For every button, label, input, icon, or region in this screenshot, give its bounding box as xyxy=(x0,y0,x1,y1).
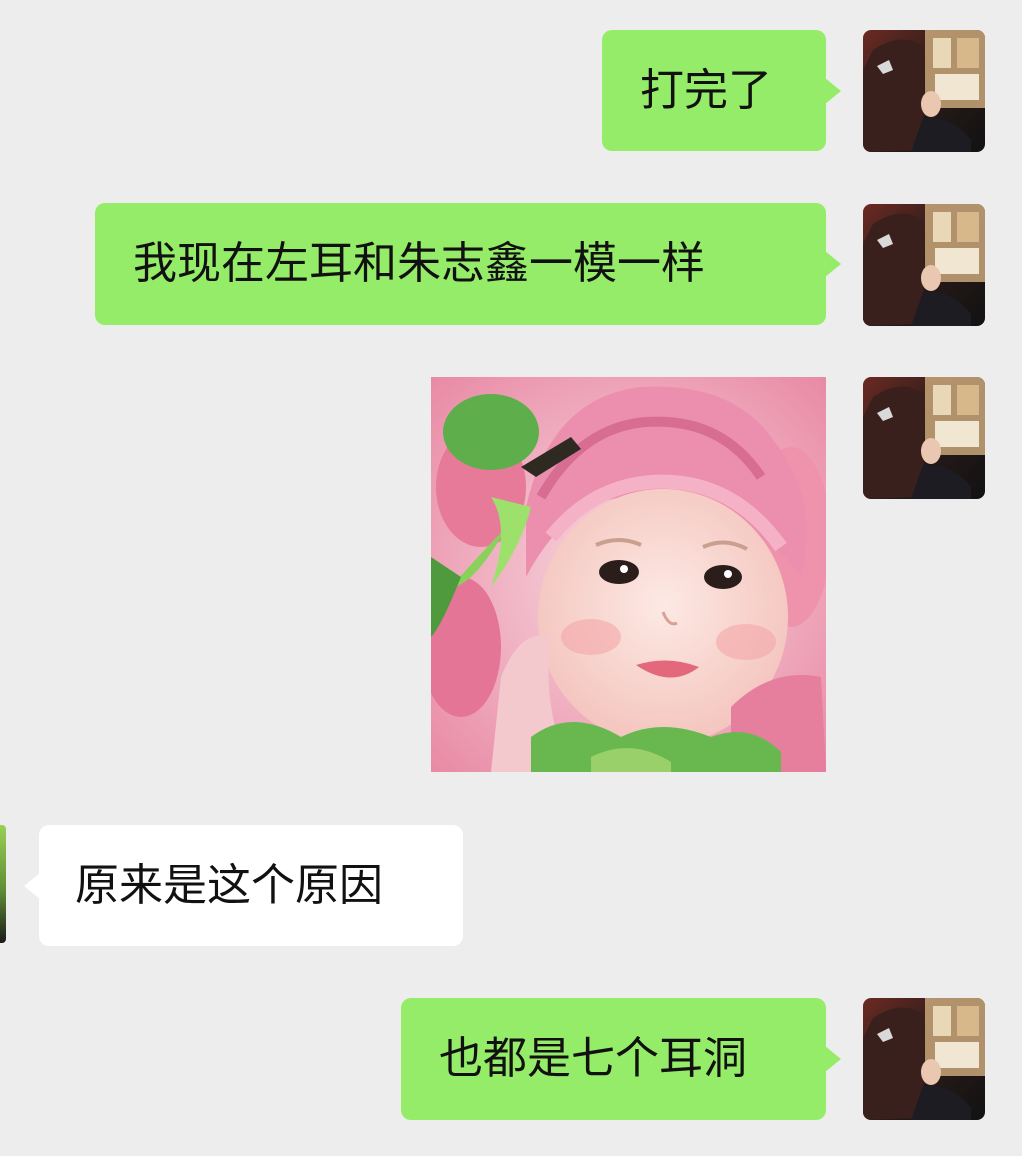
user-avatar[interactable] xyxy=(863,30,985,152)
message-bubble-outgoing[interactable]: 打完了 xyxy=(602,30,826,151)
message-image[interactable] xyxy=(431,377,826,772)
message-bubble-outgoing[interactable]: 也都是七个耳洞 xyxy=(401,998,826,1120)
user-avatar[interactable] xyxy=(863,998,985,1120)
message-text: 我现在左耳和朱志鑫一模一样 xyxy=(133,238,705,289)
avatar-image xyxy=(863,377,985,499)
message-bubble-incoming[interactable]: 原来是这个原因 xyxy=(39,825,463,946)
avatar-image xyxy=(863,30,985,152)
message-text: 原来是这个原因 xyxy=(75,859,383,911)
user-avatar[interactable] xyxy=(863,377,985,499)
chat-message-list: 打完了 我现在左耳和朱志鑫一模一样 原来是这个原因 也都是七个耳洞 xyxy=(0,0,1022,1156)
message-bubble-outgoing[interactable]: 我现在左耳和朱志鑫一模一样 xyxy=(95,203,826,325)
avatar-image xyxy=(863,998,985,1120)
message-text: 也都是七个耳洞 xyxy=(439,1033,747,1084)
avatar-image xyxy=(863,204,985,326)
user-avatar[interactable] xyxy=(863,204,985,326)
message-text: 打完了 xyxy=(640,64,772,116)
contact-avatar[interactable] xyxy=(0,825,6,943)
baby-sticker-image xyxy=(431,377,826,772)
